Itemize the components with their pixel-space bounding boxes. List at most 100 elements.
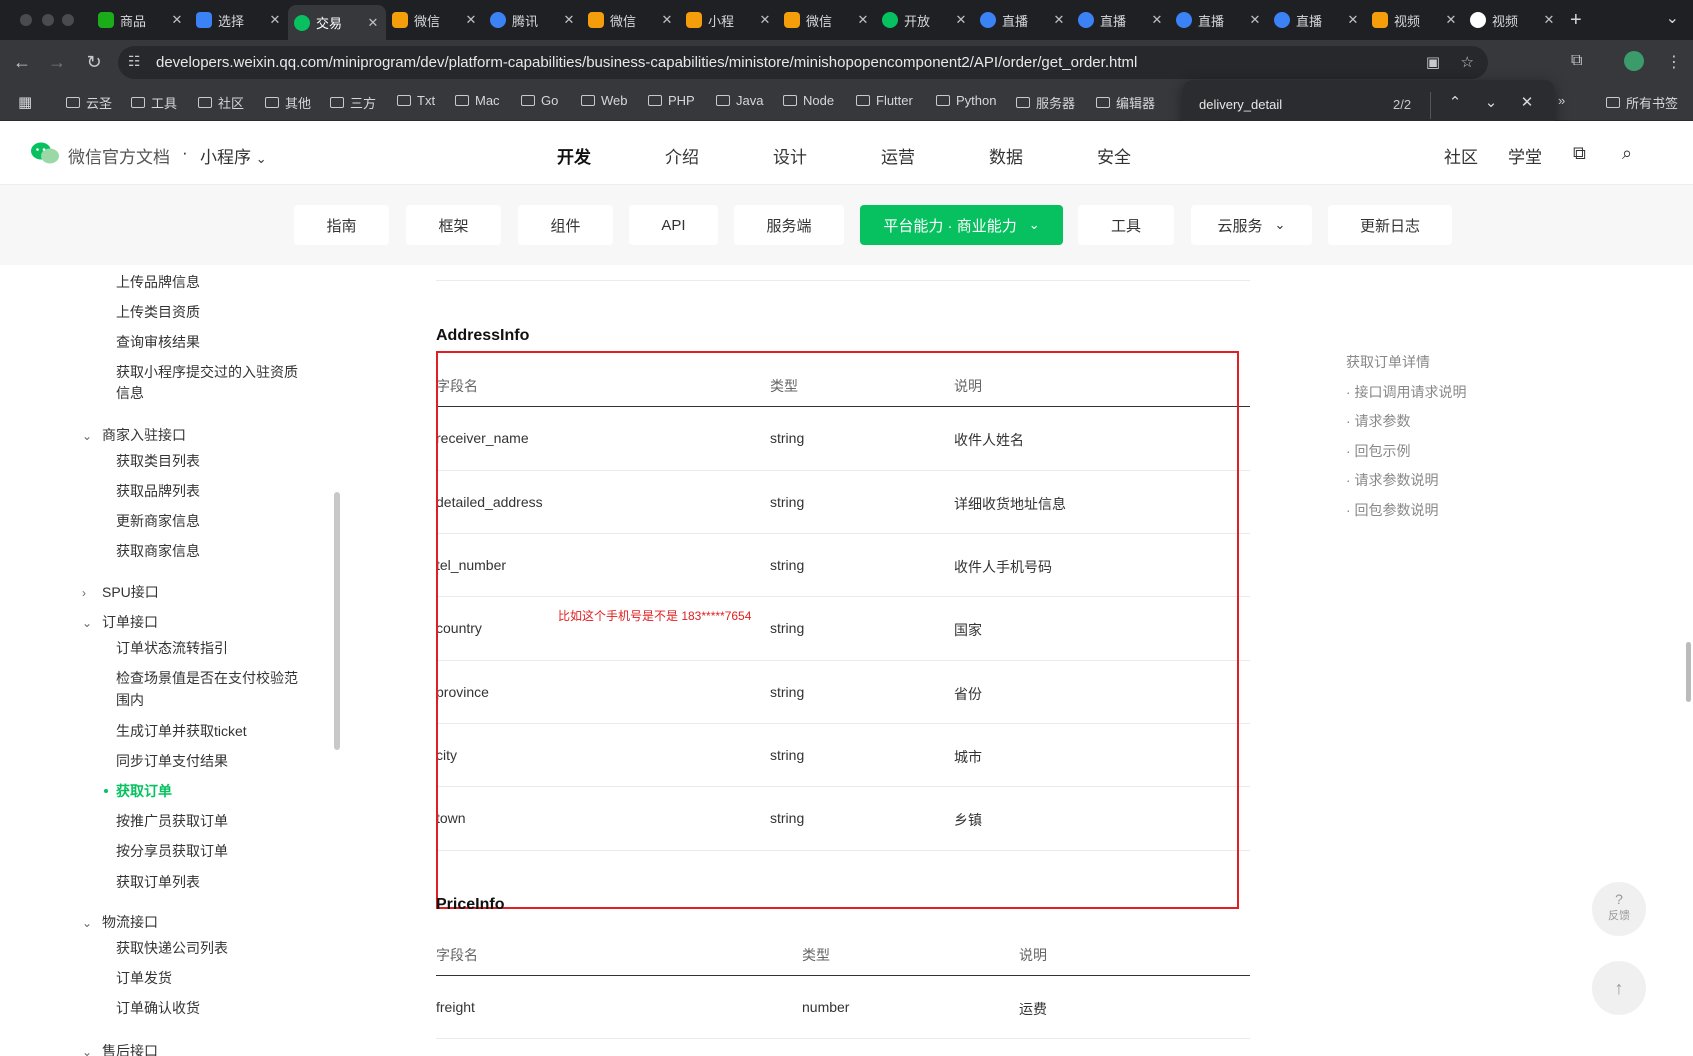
sidebar-scrollbar[interactable] <box>334 492 340 750</box>
toc-item[interactable]: · 请求参数 <box>1346 411 1411 431</box>
window-minimize-dot[interactable] <box>42 14 54 26</box>
sidebar-group-aftersale[interactable]: ⌄ 售后接口 <box>82 1041 158 1056</box>
tab-close-icon[interactable]: ✕ <box>1248 12 1262 28</box>
sidebar-item[interactable]: 获取类目列表 <box>116 450 200 472</box>
bookmark-folder[interactable]: PHP <box>648 93 695 108</box>
sidebar-item[interactable]: 检查场景值是否在支付校验范 <box>116 667 298 689</box>
reload-icon[interactable]: ↻ <box>83 51 105 73</box>
find-input[interactable]: delivery_detail <box>1199 97 1282 112</box>
feedback-button[interactable]: ? 反馈 <box>1592 882 1646 936</box>
subnav-platform-capabilities[interactable]: 平台能力 · 商业能力 ⌄ <box>860 205 1063 245</box>
subnav-framework[interactable]: 框架 <box>406 205 501 245</box>
back-to-top-icon[interactable]: ↑ <box>1592 961 1646 1015</box>
browser-menu-icon[interactable]: ⋮ <box>1666 52 1682 72</box>
sidebar-item[interactable]: 获取订单列表 <box>116 871 200 893</box>
sidebar-item[interactable]: 订单发货 <box>116 967 172 989</box>
sidebar-item[interactable]: 上传类目资质 <box>116 301 200 323</box>
browser-tab[interactable]: 视频 ✕ <box>1366 5 1464 35</box>
browser-tab[interactable]: 腾讯 ✕ <box>484 5 582 35</box>
toc-item[interactable]: · 回包示例 <box>1346 441 1411 461</box>
sidebar-group-spu[interactable]: › SPU接口 <box>82 582 159 602</box>
subnav-components[interactable]: 组件 <box>518 205 613 245</box>
browser-tab[interactable]: 小程 ✕ <box>680 5 778 35</box>
sidebar-item[interactable]: 订单状态流转指引 <box>116 637 228 659</box>
bookmark-folder[interactable]: Python <box>936 93 996 108</box>
tab-close-icon[interactable]: ✕ <box>856 12 870 28</box>
sidebar-group-logistics[interactable]: ⌄ 物流接口 <box>82 912 158 932</box>
topnav-security[interactable]: 安全 <box>1097 143 1131 168</box>
topnav-operation[interactable]: 运营 <box>881 143 915 168</box>
bookmarks-overflow-icon[interactable]: » <box>1558 93 1565 108</box>
find-next-icon[interactable]: ⌄ <box>1481 93 1501 111</box>
sidebar-item[interactable]: 获取商家信息 <box>116 540 200 562</box>
tab-close-icon[interactable]: ✕ <box>660 12 674 28</box>
tab-close-icon[interactable]: ✕ <box>954 12 968 28</box>
wechat-logo-icon[interactable] <box>30 141 60 165</box>
tab-close-icon[interactable]: ✕ <box>366 15 380 31</box>
topnav-data[interactable]: 数据 <box>989 143 1023 168</box>
toc-item[interactable]: · 请求参数说明 <box>1346 470 1439 490</box>
sidebar-item[interactable]: 生成订单并获取ticket <box>116 720 247 742</box>
all-bookmarks[interactable]: 所有书签 <box>1606 93 1678 112</box>
sidebar-group-merchant[interactable]: ⌄ 商家入驻接口 <box>82 425 186 445</box>
browser-tab-active[interactable]: 交易 ✕ <box>288 5 386 40</box>
window-close-dot[interactable] <box>20 14 32 26</box>
sidebar-item[interactable]: 信息 <box>116 382 144 404</box>
sidebar-item[interactable]: 获取快递公司列表 <box>116 937 228 959</box>
browser-tab[interactable]: 微信 ✕ <box>386 5 484 35</box>
tab-close-icon[interactable]: ✕ <box>170 12 184 28</box>
tab-close-icon[interactable]: ✕ <box>1444 12 1458 28</box>
browser-tab[interactable]: 微信 ✕ <box>582 5 680 35</box>
tab-close-icon[interactable]: ✕ <box>1052 12 1066 28</box>
site-brand[interactable]: 微信官方文档 <box>68 143 170 168</box>
sidebar-item-active[interactable]: 获取订单 <box>104 780 172 802</box>
page-action-icon[interactable]: ▣ <box>1426 53 1440 71</box>
product-switcher[interactable]: 小程序 ⌄ <box>200 143 267 168</box>
bookmark-folder[interactable]: 三方 <box>330 93 376 112</box>
topnav-community[interactable]: 社区 <box>1444 143 1478 168</box>
tab-close-icon[interactable]: ✕ <box>464 12 478 28</box>
bookmark-star-icon[interactable]: ☆ <box>1461 53 1474 71</box>
browser-tab[interactable]: 直播 ✕ <box>1268 5 1366 35</box>
bookmark-folder[interactable]: 社区 <box>198 93 244 112</box>
bookmark-folder[interactable]: Txt <box>397 93 435 108</box>
sidebar-item[interactable]: 按推广员获取订单 <box>116 810 228 832</box>
browser-tab[interactable]: 开放 ✕ <box>876 5 974 35</box>
bookmark-folder[interactable]: Flutter <box>856 93 913 108</box>
sidebar-item[interactable]: 同步订单支付结果 <box>116 750 228 772</box>
bookmark-folder[interactable]: 服务器 <box>1016 93 1075 112</box>
browser-tab[interactable]: 直播 ✕ <box>974 5 1072 35</box>
sidebar-item[interactable]: 获取品牌列表 <box>116 480 200 502</box>
find-close-icon[interactable]: ✕ <box>1517 93 1537 111</box>
devtools-icon[interactable]: ⧉ <box>1573 143 1586 164</box>
forward-arrow-icon[interactable]: → <box>46 51 68 73</box>
bookmark-folder[interactable]: Mac <box>455 93 500 108</box>
address-bar[interactable]: ☷ developers.weixin.qq.com/miniprogram/d… <box>118 46 1488 79</box>
site-info-icon[interactable]: ☷ <box>128 53 141 70</box>
browser-tab[interactable]: 直播 ✕ <box>1170 5 1268 35</box>
tab-close-icon[interactable]: ✕ <box>758 12 772 28</box>
back-arrow-icon[interactable]: ← <box>11 51 33 73</box>
profile-avatar[interactable] <box>1624 51 1644 71</box>
bookmark-folder[interactable]: Go <box>521 93 558 108</box>
topnav-academy[interactable]: 学堂 <box>1508 143 1542 168</box>
tab-close-icon[interactable]: ✕ <box>1346 12 1360 28</box>
sidebar-item[interactable]: 订单确认收货 <box>116 997 200 1019</box>
subnav-changelog[interactable]: 更新日志 <box>1328 205 1452 245</box>
subnav-cloud[interactable]: 云服务 ⌄ <box>1191 205 1312 245</box>
browser-tab[interactable]: 直播 ✕ <box>1072 5 1170 35</box>
apps-grid-icon[interactable]: ▦ <box>18 93 32 111</box>
bookmark-folder[interactable]: Node <box>783 93 834 108</box>
search-icon[interactable]: ⌕ <box>1622 143 1632 164</box>
tab-search-chevron-icon[interactable]: ⌄ <box>1666 8 1679 28</box>
tab-close-icon[interactable]: ✕ <box>1542 12 1556 28</box>
tab-close-icon[interactable]: ✕ <box>268 12 282 28</box>
new-tab-button[interactable]: + <box>1570 5 1582 40</box>
toc-item[interactable]: · 回包参数说明 <box>1346 500 1439 520</box>
subnav-guide[interactable]: 指南 <box>294 205 389 245</box>
subnav-server[interactable]: 服务端 <box>734 205 844 245</box>
extensions-icon[interactable]: ⧉ <box>1571 52 1582 70</box>
bookmark-folder[interactable]: 云圣 <box>66 93 112 112</box>
subnav-api[interactable]: API <box>629 205 718 245</box>
topnav-design[interactable]: 设计 <box>773 143 807 168</box>
